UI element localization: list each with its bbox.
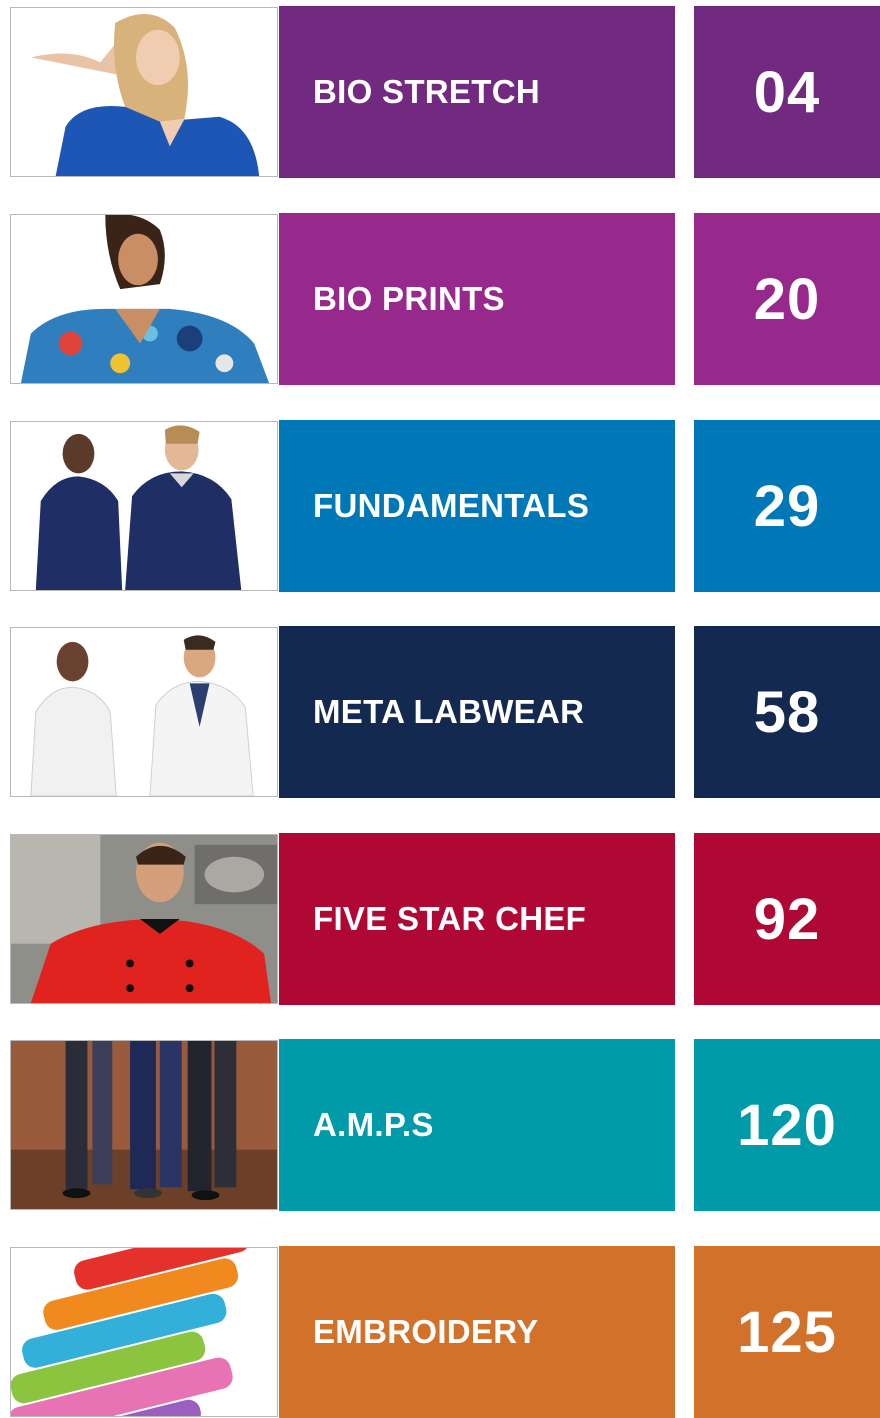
section-row-amps[interactable]: A.M.P.S 120 [0,1039,880,1211]
section-row-meta-labwear[interactable]: META LABWEAR 58 [0,626,880,798]
section-label: META LABWEAR [313,693,585,730]
page-number-panel[interactable]: 04 [694,6,880,178]
chef-in-red-coat-photo [10,834,278,1004]
section-row-fundamentals[interactable]: FUNDAMENTALS 29 [0,420,880,592]
section-label-panel[interactable]: FIVE STAR CHEF [279,833,675,1005]
page-number: 92 [753,886,821,952]
section-label-panel[interactable]: BIO PRINTS [279,213,675,385]
page-number: 125 [737,1299,837,1365]
section-row-bio-prints[interactable]: BIO PRINTS 20 [0,213,880,385]
page-number-panel[interactable]: 125 [694,1246,880,1418]
section-row-bio-stretch[interactable]: BIO STRETCH 04 [0,6,880,178]
section-label-panel[interactable]: BIO STRETCH [279,6,675,178]
section-label: FUNDAMENTALS [313,487,590,524]
section-label-panel[interactable]: FUNDAMENTALS [279,420,675,592]
section-label: EMBROIDERY [313,1313,539,1350]
section-row-embroidery[interactable]: EMBROIDERY 125 [0,1246,880,1418]
section-label-panel[interactable]: META LABWEAR [279,626,675,798]
page-number-panel[interactable]: 92 [694,833,880,1005]
page-number: 04 [753,59,821,125]
section-label: BIO PRINTS [313,280,505,317]
page-number-panel[interactable]: 29 [694,420,880,592]
page-number-panel[interactable]: 58 [694,626,880,798]
two-people-in-navy-jackets-photo [10,421,278,591]
page-number: 20 [753,266,821,332]
section-label: BIO STRETCH [313,73,540,110]
page-number: 58 [753,679,821,745]
woman-in-printed-scrubs-photo [10,214,278,384]
two-people-in-lab-coats-photo [10,627,278,797]
section-row-five-star-chef[interactable]: FIVE STAR CHEF 92 [0,833,880,1005]
section-label: A.M.P.S [313,1106,434,1143]
page-number: 29 [753,473,821,539]
section-label-panel[interactable]: A.M.P.S [279,1039,675,1211]
section-label-panel[interactable]: EMBROIDERY [279,1246,675,1418]
thread-spools-photo [10,1247,278,1417]
woman-in-blue-scrubs-photo [10,7,278,177]
page-number: 120 [737,1092,837,1158]
page-number-panel[interactable]: 120 [694,1039,880,1211]
page-number-panel[interactable]: 20 [694,213,880,385]
section-label: FIVE STAR CHEF [313,900,587,937]
people-standing-in-pants-photo [10,1040,278,1210]
